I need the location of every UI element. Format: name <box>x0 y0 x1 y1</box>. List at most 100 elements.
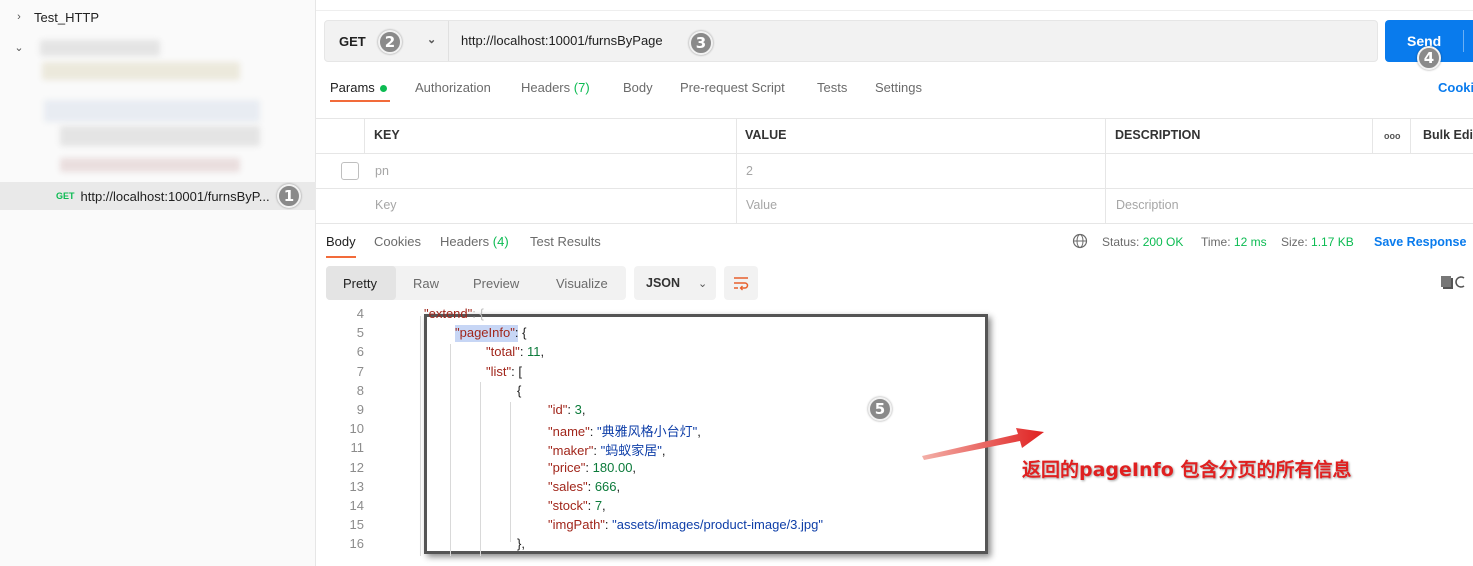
size-readout: Size: 1.17 KB <box>1281 235 1354 249</box>
status-readout: Status: 200 OK <box>1102 235 1183 249</box>
active-dot-icon <box>379 85 387 93</box>
blurred-region <box>60 158 240 172</box>
tab-headers-count: (7) <box>573 80 590 95</box>
sidebar-request-item[interactable]: GET http://localhost:10001/furnsByP... <box>0 182 316 210</box>
method-tag: GET <box>56 191 75 201</box>
tab-headers[interactable]: Headers (7) <box>521 80 590 95</box>
indent-guide <box>480 382 481 556</box>
code-line: "sales": 666, <box>548 478 621 494</box>
blurred-region <box>40 40 160 56</box>
format-toggle-group: Pretty Raw Preview Visualize <box>326 266 626 300</box>
method-label: GET <box>339 33 366 49</box>
code-line: "stock": 7, <box>548 498 606 513</box>
line-number: 7 <box>356 363 364 379</box>
tab-authorization[interactable]: Authorization <box>415 80 491 95</box>
chevron-right-icon: › <box>17 11 21 23</box>
response-headers-count: (4) <box>492 234 509 249</box>
blurred-region <box>42 62 240 80</box>
param-description-placeholder[interactable]: Description <box>1116 198 1179 212</box>
param-value-cell[interactable]: 2 <box>746 164 753 178</box>
time-readout: Time: 12 ms <box>1201 235 1267 249</box>
annotation-badge-2: 2 <box>378 30 402 54</box>
tab-settings[interactable]: Settings <box>875 80 922 95</box>
collection-name: Test_HTTP <box>34 9 100 25</box>
divider <box>364 118 365 153</box>
wrap-icon <box>734 277 749 291</box>
format-pretty[interactable]: Pretty <box>343 276 377 291</box>
code-line: "pageInfo": { <box>455 325 527 341</box>
line-number: 6 <box>356 344 364 360</box>
line-number: 12 <box>349 459 364 475</box>
line-number: 8 <box>356 382 364 398</box>
blurred-region <box>44 100 260 122</box>
param-value-placeholder[interactable]: Value <box>746 198 777 212</box>
format-raw[interactable]: Raw <box>413 276 439 291</box>
indent-guide <box>450 344 451 556</box>
active-tab-indicator <box>326 256 356 258</box>
code-line: "name": "典雅风格小台灯", <box>548 424 701 440</box>
format-visualize[interactable]: Visualize <box>556 276 608 291</box>
divider <box>1463 30 1464 52</box>
divider <box>1410 118 1411 153</box>
divider <box>316 188 1473 189</box>
response-tab-cookies[interactable]: Cookies <box>374 234 421 249</box>
line-number: 15 <box>349 517 364 533</box>
request-label: http://localhost:10001/furnsByP... <box>80 188 270 204</box>
column-header-value: VALUE <box>745 128 787 142</box>
sidebar: › Test_HTTP ⌄ GET http://localhost:10001… <box>0 0 316 566</box>
cookies-link[interactable]: Cooki <box>1438 80 1473 95</box>
divider <box>316 153 1473 154</box>
language-select[interactable]: JSON ⌄ <box>634 266 716 300</box>
column-header-key: KEY <box>374 128 400 142</box>
tab-body[interactable]: Body <box>623 80 653 95</box>
chevron-down-icon: ⌄ <box>427 34 437 46</box>
code-line: "imgPath": "assets/images/product-image/… <box>548 517 823 533</box>
response-tab-body[interactable]: Body <box>326 234 356 249</box>
code-line: "extend": { <box>424 306 484 321</box>
size-value: 1.17 KB <box>1311 235 1354 249</box>
blurred-region <box>60 126 260 146</box>
annotation-note: 返回的pageInfo 包含分页的所有信息 <box>1022 459 1352 481</box>
annotation-badge-1: 1 <box>277 184 301 208</box>
active-tab-indicator <box>330 100 390 102</box>
code-line: "list": [ <box>486 363 522 379</box>
divider <box>736 118 737 223</box>
url-input[interactable]: http://localhost:10001/furnsByPage <box>461 33 663 48</box>
tab-tests[interactable]: Tests <box>817 80 847 95</box>
tab-pre-request-script[interactable]: Pre-request Script <box>680 80 785 95</box>
tab-headers-label: Headers <box>521 80 571 95</box>
time-value: 12 ms <box>1233 235 1267 249</box>
size-label: Size: <box>1281 235 1308 249</box>
divider <box>316 10 1473 11</box>
line-number: 14 <box>349 498 364 513</box>
wrap-lines-button[interactable] <box>724 266 758 300</box>
copy-icon[interactable] <box>1440 274 1466 293</box>
code-line: { <box>517 382 522 398</box>
bulk-edit-link[interactable]: Bulk Edi <box>1423 128 1473 142</box>
status-value: 200 OK <box>1142 235 1184 249</box>
code-line: "total": 11, <box>486 344 545 360</box>
language-label: JSON <box>646 276 681 290</box>
time-label: Time: <box>1201 235 1231 249</box>
format-preview[interactable]: Preview <box>473 276 519 291</box>
globe-icon[interactable] <box>1072 233 1088 252</box>
divider <box>1372 118 1373 153</box>
save-response-button[interactable]: Save Response <box>1374 235 1466 249</box>
collection-test-http[interactable]: › Test_HTTP <box>0 2 316 32</box>
code-line: "maker": "蚂蚁家居", <box>548 443 666 459</box>
chevron-down-icon: ⌄ <box>698 277 708 290</box>
code-line: }, <box>517 536 525 552</box>
divider <box>316 223 1473 224</box>
param-key-placeholder[interactable]: Key <box>375 198 397 212</box>
annotation-badge-4: 4 <box>1417 46 1441 70</box>
code-line: "price": 180.00, <box>548 459 637 475</box>
response-tab-test-results[interactable]: Test Results <box>530 234 601 249</box>
response-tab-headers[interactable]: Headers (4) <box>440 234 509 249</box>
more-options-icon[interactable]: ooo <box>1384 131 1401 141</box>
url-bar: GET ⌄ http://localhost:10001/furnsByPage <box>324 20 1378 62</box>
tab-params[interactable]: Params <box>330 80 387 95</box>
param-checkbox[interactable] <box>341 162 359 180</box>
line-number: 4 <box>356 306 364 321</box>
line-number: 10 <box>349 421 364 437</box>
param-key-cell[interactable]: pn <box>375 164 389 178</box>
